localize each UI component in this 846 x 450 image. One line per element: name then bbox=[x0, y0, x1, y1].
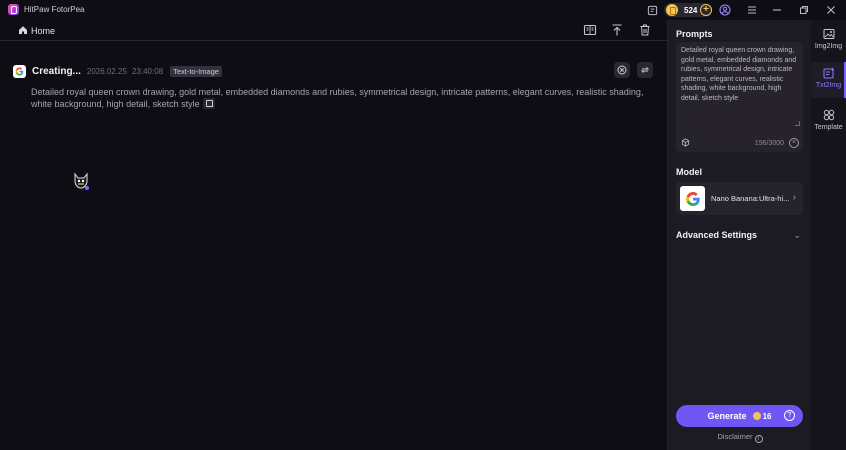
rail-label: Txt2Img bbox=[815, 82, 842, 89]
prompt-input[interactable]: Detailed royal queen crown drawing, gold… bbox=[676, 42, 803, 152]
model-selector[interactable]: Nano Banana:Ultra-hi... › bbox=[676, 182, 803, 215]
task-prompt: Detailed royal queen crown drawing, gold… bbox=[31, 86, 655, 110]
mode-badge: Text-to-Image bbox=[170, 65, 222, 77]
app-logo-icon bbox=[8, 4, 19, 15]
rail-item-txt2img[interactable]: Txt2Img bbox=[811, 62, 846, 98]
feedback-icon[interactable] bbox=[646, 4, 658, 16]
chevron-down-icon[interactable]: ⌄ bbox=[793, 230, 801, 241]
help-icon[interactable]: ? bbox=[784, 410, 795, 421]
minimize-icon[interactable] bbox=[771, 4, 783, 16]
app-title: HitPaw FotorPea bbox=[24, 5, 85, 14]
info-icon: i bbox=[754, 435, 763, 443]
task-prompt-text: Detailed royal queen crown drawing, gold… bbox=[31, 87, 644, 109]
home-bar: Home bbox=[0, 20, 667, 41]
home-link[interactable]: Home bbox=[31, 26, 55, 36]
rail-item-img2img[interactable]: Img2Img bbox=[811, 23, 846, 59]
task-time: 23:40:08 bbox=[131, 66, 164, 76]
home-icon[interactable] bbox=[18, 25, 28, 35]
rail-label: Img2Img bbox=[814, 43, 843, 50]
google-logo-icon bbox=[13, 64, 26, 78]
image-icon bbox=[823, 28, 835, 40]
title-bar: HitPaw FotorPea 524 + bbox=[0, 0, 846, 20]
upload-icon[interactable] bbox=[610, 23, 624, 37]
model-name: Nano Banana:Ultra-hi... bbox=[711, 194, 790, 203]
model-title: Model bbox=[676, 167, 702, 177]
clear-prompt-icon[interactable]: × bbox=[789, 138, 799, 148]
settings-panel: Prompts Detailed royal queen crown drawi… bbox=[667, 20, 811, 450]
task-status: Creating... bbox=[32, 65, 81, 77]
coin-count: 524 bbox=[684, 5, 698, 15]
close-icon[interactable] bbox=[825, 4, 837, 16]
menu-icon[interactable] bbox=[746, 4, 758, 16]
chevron-right-icon: › bbox=[792, 192, 796, 203]
cancel-task-button[interactable] bbox=[614, 62, 630, 78]
grid-icon bbox=[823, 109, 835, 121]
rail-item-template[interactable]: Template bbox=[811, 104, 846, 140]
text-image-icon bbox=[823, 67, 835, 79]
loading-mascot-icon bbox=[72, 172, 90, 192]
generate-cost: 16 bbox=[762, 411, 772, 421]
disclaimer-link[interactable]: Disclaimer i bbox=[668, 432, 812, 443]
advanced-settings-toggle[interactable]: Advanced Settings bbox=[676, 230, 757, 240]
coin-icon bbox=[752, 412, 761, 420]
prompt-input-value: Detailed royal queen crown drawing, gold… bbox=[681, 47, 797, 102]
generate-button[interactable]: Generate 16 ? bbox=[676, 405, 803, 427]
generate-label: Generate bbox=[707, 411, 747, 421]
trash-icon[interactable] bbox=[638, 23, 652, 37]
resize-grip-icon[interactable] bbox=[795, 121, 800, 126]
char-count: 196/3000 bbox=[754, 140, 784, 147]
book-icon[interactable] bbox=[583, 23, 597, 37]
add-coins-icon[interactable]: + bbox=[700, 4, 712, 16]
cube-icon[interactable] bbox=[681, 138, 690, 147]
rail-label: Template bbox=[814, 124, 843, 131]
regenerate-button[interactable] bbox=[637, 62, 653, 78]
task-date: 2026.02.25 bbox=[86, 66, 127, 76]
prompts-title: Prompts bbox=[676, 29, 713, 39]
copy-icon[interactable] bbox=[202, 98, 215, 109]
google-logo-icon bbox=[680, 186, 705, 211]
restore-icon[interactable] bbox=[798, 4, 810, 16]
task-header: Creating... 2026.02.25 23:40:08 Text-to-… bbox=[13, 64, 222, 78]
coin-icon bbox=[666, 4, 678, 16]
account-icon[interactable] bbox=[719, 4, 731, 16]
disclaimer-label: Disclaimer bbox=[717, 432, 753, 441]
mode-rail: Img2Img Txt2Img Template bbox=[811, 20, 846, 450]
